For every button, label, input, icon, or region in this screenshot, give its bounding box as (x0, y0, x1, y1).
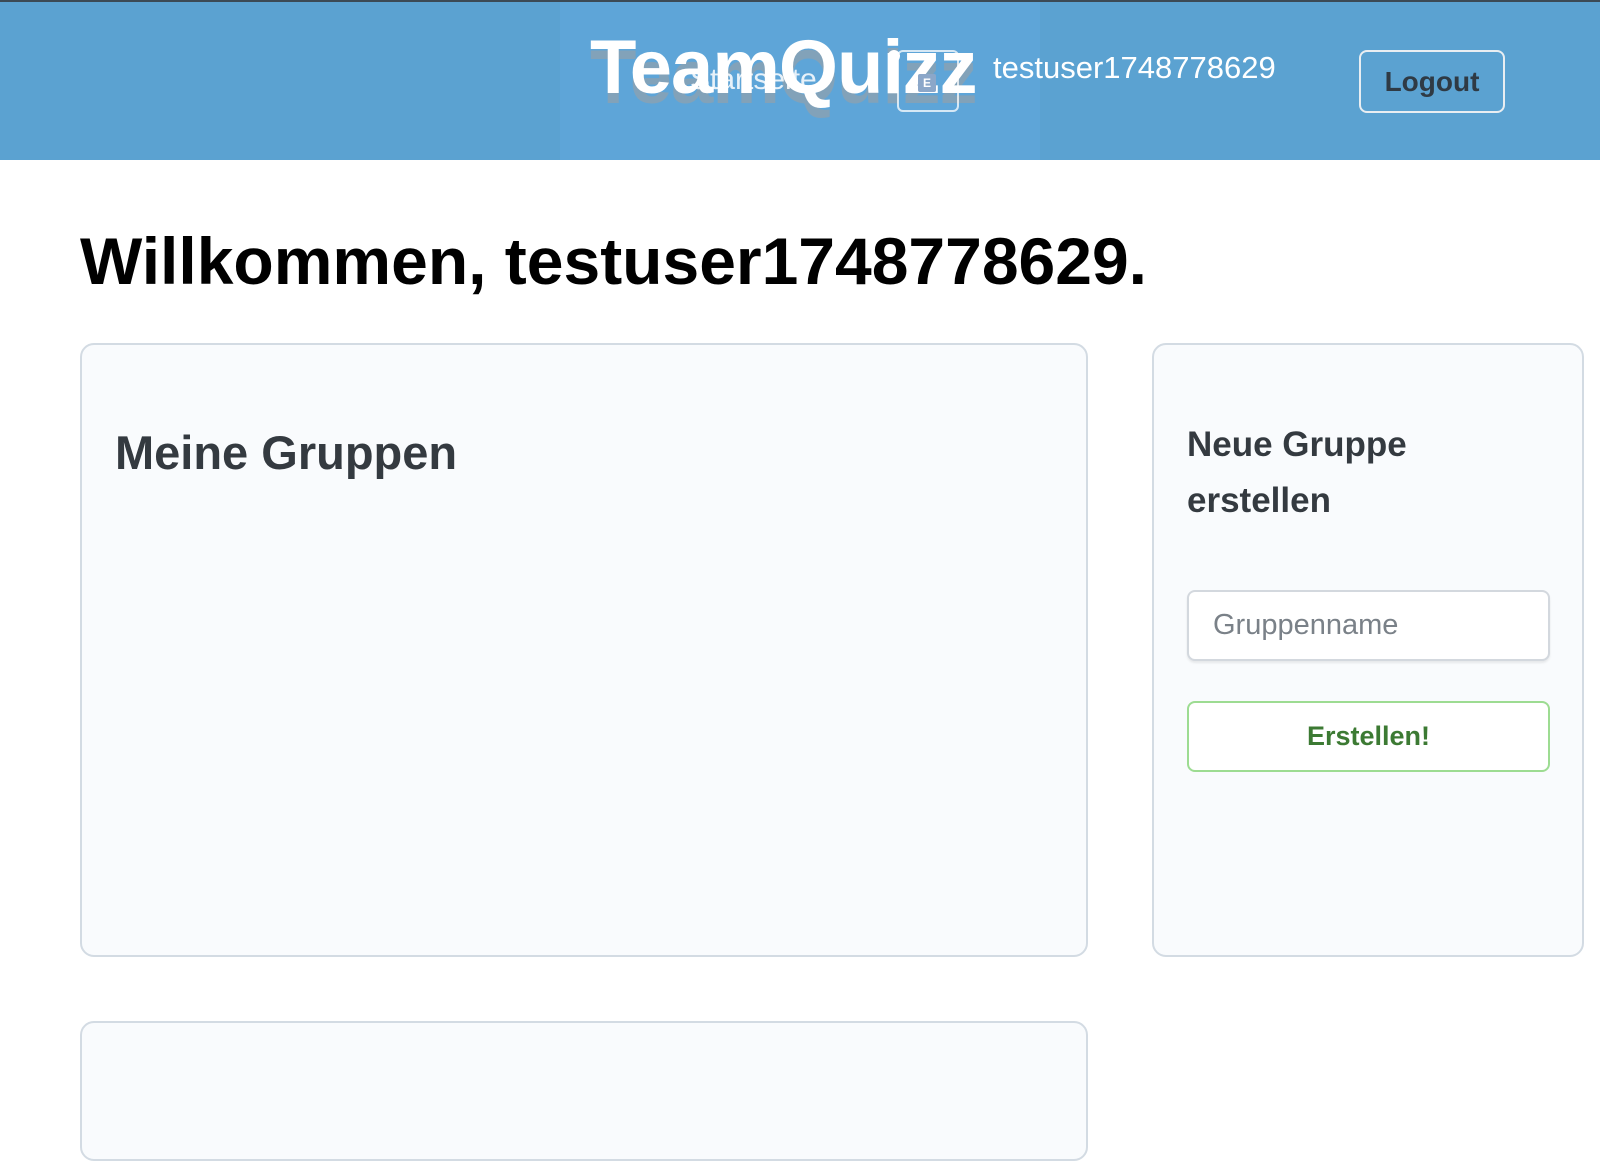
create-group-button[interactable]: Erstellen! (1187, 701, 1550, 772)
page-title: Willkommen, testuser1748778629. (80, 224, 1147, 298)
top-navbar: TeamQuizz Startseite E testuser174877862… (0, 0, 1600, 160)
logout-button[interactable]: Logout (1359, 50, 1505, 113)
create-group-title: Neue Gruppe erstellen (1187, 425, 1407, 520)
menu-icon: E (918, 74, 936, 92)
create-group-card: Neue Gruppe erstellen Erstellen! (1152, 343, 1584, 957)
secondary-card (80, 1021, 1088, 1161)
my-groups-title: Meine Gruppen (115, 426, 458, 479)
group-name-input[interactable] (1187, 590, 1550, 661)
nav-link-home[interactable]: Startseite (690, 65, 817, 95)
current-username: testuser1748778629 (993, 50, 1276, 85)
my-groups-card: Meine Gruppen (80, 343, 1088, 957)
toggle-indicator-dot (888, 50, 900, 62)
